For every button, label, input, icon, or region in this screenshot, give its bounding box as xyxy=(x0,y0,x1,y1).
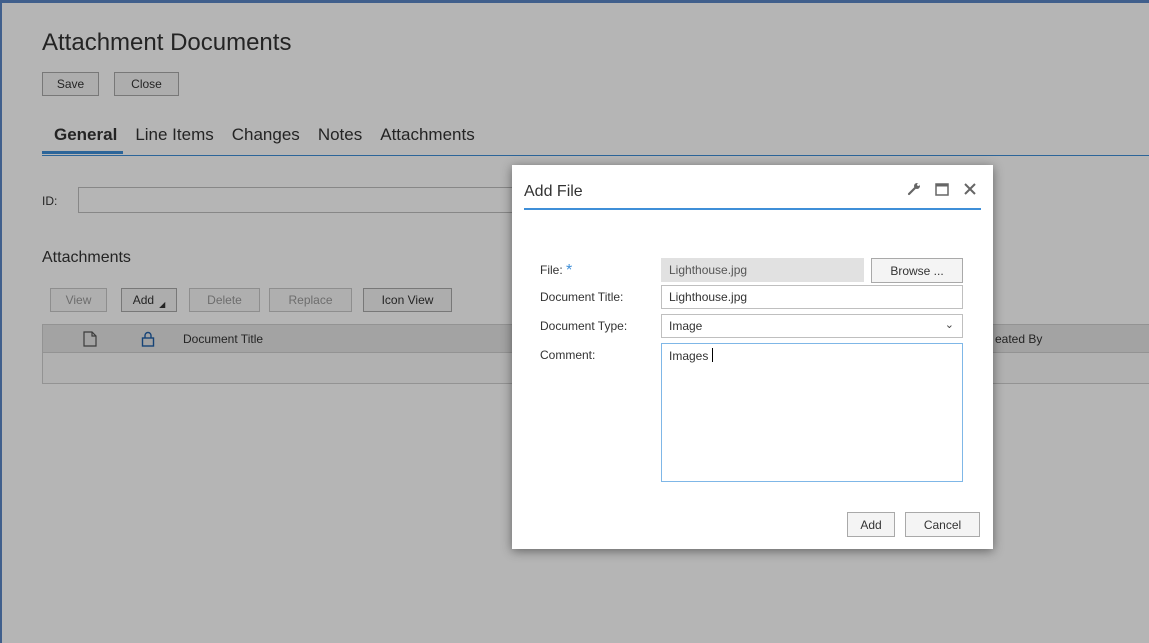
cancel-button[interactable]: Cancel xyxy=(905,512,980,537)
document-type-select[interactable]: Image ⌄ xyxy=(661,314,963,338)
add-button[interactable]: Add xyxy=(847,512,895,537)
dialog-header-icons xyxy=(907,182,977,201)
comment-textarea[interactable]: Images xyxy=(661,343,963,482)
comment-label: Comment: xyxy=(540,348,596,362)
document-title-input[interactable]: Lighthouse.jpg xyxy=(661,285,963,309)
wrench-icon[interactable] xyxy=(907,182,921,201)
document-type-value: Image xyxy=(669,319,703,333)
required-marker: * xyxy=(566,262,573,279)
dialog-title: Add File xyxy=(524,183,583,200)
add-file-dialog: Add File File: * Lighthouse.jpg Browse .… xyxy=(512,165,993,549)
document-title-label: Document Title: xyxy=(540,290,624,304)
chevron-down-icon: ⌄ xyxy=(944,319,954,331)
comment-text: Images xyxy=(669,349,712,363)
dialog-title-underline xyxy=(524,208,981,210)
text-cursor xyxy=(711,348,713,362)
file-label: File: xyxy=(540,263,563,277)
maximize-icon[interactable] xyxy=(935,182,949,201)
browse-button[interactable]: Browse ... xyxy=(871,258,963,283)
document-type-label: Document Type: xyxy=(540,319,628,333)
file-name-field: Lighthouse.jpg xyxy=(661,258,864,282)
close-icon[interactable] xyxy=(963,182,977,201)
file-label-group: File: * xyxy=(540,261,572,279)
